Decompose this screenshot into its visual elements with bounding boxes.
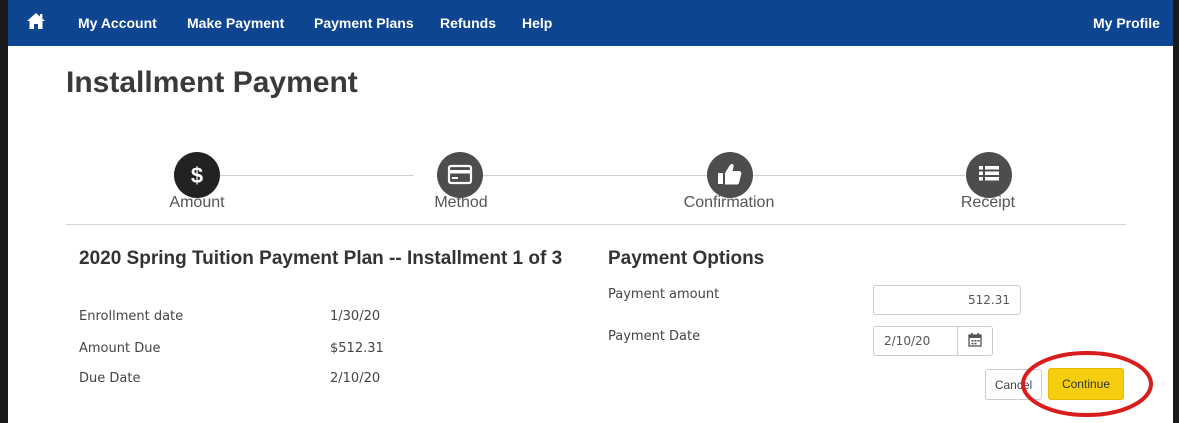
credit-card-icon <box>437 152 483 198</box>
plan-title: 2020 Spring Tuition Payment Plan -- Inst… <box>79 248 563 269</box>
enrollment-date-value: 1/30/20 <box>330 309 381 324</box>
step-connector <box>483 175 708 176</box>
window-frame-left <box>0 0 8 423</box>
list-icon <box>966 152 1012 198</box>
nav-payment-plans[interactable]: Payment Plans <box>314 15 414 31</box>
due-date-label: Due Date <box>79 371 141 386</box>
dollar-icon: $ <box>174 152 220 198</box>
calendar-button[interactable] <box>957 326 993 356</box>
thumbs-up-icon <box>707 152 753 198</box>
top-navbar: My Account Make Payment Payment Plans Re… <box>8 0 1173 46</box>
payment-amount-label: Payment amount <box>608 287 720 302</box>
step-label-confirmation: Confirmation <box>683 194 775 211</box>
amount-due-label: Amount Due <box>79 341 161 356</box>
nav-help[interactable]: Help <box>522 15 552 31</box>
home-icon[interactable] <box>26 12 46 30</box>
step-connector <box>753 175 965 176</box>
amount-due-value: $512.31 <box>330 341 384 356</box>
calendar-icon <box>958 333 992 359</box>
nav-make-payment[interactable]: Make Payment <box>187 15 284 31</box>
nav-my-account[interactable]: My Account <box>78 15 157 31</box>
nav-my-profile[interactable]: My Profile <box>1093 15 1160 31</box>
step-label-receipt: Receipt <box>960 194 1016 211</box>
section-divider <box>66 224 1126 225</box>
step-label-method: Method <box>434 194 488 211</box>
continue-button[interactable]: Continue <box>1048 368 1124 400</box>
due-date-value: 2/10/20 <box>330 371 381 386</box>
payment-amount-input[interactable] <box>873 285 1021 315</box>
step-label-amount: Amount <box>169 194 225 211</box>
payment-options-title: Payment Options <box>608 248 765 269</box>
nav-refunds[interactable]: Refunds <box>440 15 496 31</box>
cancel-button[interactable]: Cancel <box>985 369 1042 400</box>
step-connector <box>220 175 414 176</box>
enrollment-date-label: Enrollment date <box>79 309 184 324</box>
payment-date-label: Payment Date <box>608 329 701 344</box>
svg-text:$: $ <box>191 163 203 188</box>
page-title: Installment Payment <box>66 66 358 99</box>
window-frame-right <box>1173 0 1179 423</box>
payment-date-input[interactable] <box>873 326 958 356</box>
